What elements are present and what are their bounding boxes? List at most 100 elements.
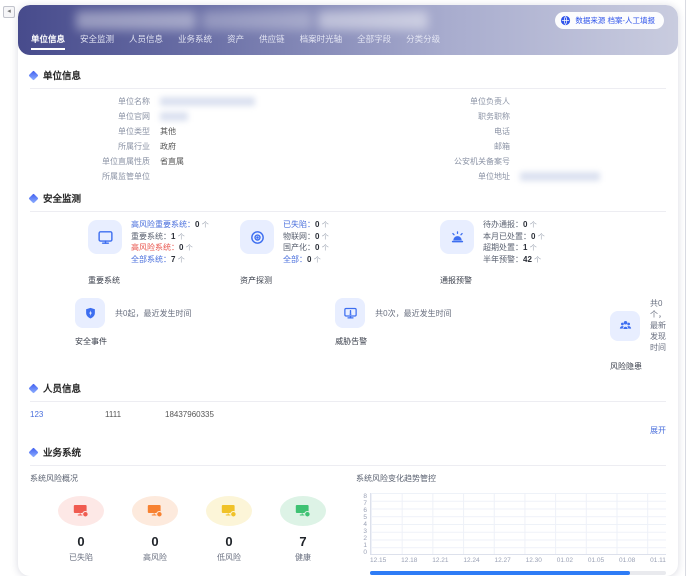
stat-value: 0 [44, 534, 118, 549]
field-value [520, 156, 666, 167]
card-important-systems[interactable]: 高风险重要系统0 个 重要系统1 个 高风险系统0 个 全部系统7 个 重要系统 [88, 220, 240, 286]
tab-supply-chain[interactable]: 供应链 [259, 33, 285, 50]
chart-x-axis: 12.15 12.18 12.21 12.24 12.27 12.30 01.0… [356, 557, 666, 564]
card-risk-hazards[interactable]: 共0个，最新发现时间 风险隐患 [610, 298, 666, 372]
tab-personnel[interactable]: 人员信息 [129, 33, 163, 50]
section-title-security: 安全监测 [43, 191, 81, 205]
shield-icon [75, 298, 105, 328]
stat-healthy: 7 健康 [266, 496, 340, 563]
unit-detail-panel: 数据来源 档案-人工填报 单位信息 安全监测 人员信息 业务系统 资产 供应链 … [18, 5, 678, 576]
stat-value: 0 [315, 243, 319, 252]
panel-header: 数据来源 档案-人工填报 单位信息 安全监测 人员信息 业务系统 资产 供应链 … [18, 5, 678, 55]
tab-all-fields[interactable]: 全部字段 [357, 33, 391, 50]
card-name: 风险隐患 [610, 361, 666, 372]
field-value [520, 141, 666, 152]
card-asset-detection[interactable]: 已失陷0 个 物联网0 个 国产化0 个 全部0 个 资产探测 [240, 220, 440, 286]
section-header-business: 业务系统 [30, 445, 666, 459]
stat-low-risk: 0 低风险 [192, 496, 266, 563]
security-event-cards: 共0起，最近发生时间 安全事件 共0次，最近发生时间 威胁告警 [30, 298, 666, 372]
monitor-risk-icon [132, 496, 178, 526]
y-tick: 4 [356, 521, 367, 528]
chart-y-axis: 8 7 6 5 4 3 2 1 0 [356, 493, 370, 555]
risk-trend-title: 系统风险变化趋势管控 [356, 473, 666, 484]
card-threat-alerts[interactable]: 共0次，最近发生时间 威胁告警 [335, 298, 610, 372]
field-label: 所属行业 [30, 141, 160, 152]
section-header-security: 安全监测 [30, 191, 666, 205]
event-summary: 共0个，最新发现时间 [650, 298, 666, 353]
stat-unit: 个 [322, 245, 329, 252]
data-source-icon [560, 15, 571, 26]
tab-classification[interactable]: 分类分级 [406, 33, 440, 50]
monitor-risk-icon [58, 496, 104, 526]
field-label: 单位名称 [30, 96, 160, 107]
tab-unit-info[interactable]: 单位信息 [31, 33, 65, 50]
section-divider [30, 401, 666, 402]
risk-overview-title: 系统风险概况 [30, 473, 350, 484]
y-tick: 0 [356, 549, 367, 556]
stat-label: 半年预警 [483, 255, 523, 264]
field-value [520, 126, 666, 137]
field-label: 公安机关备案号 [350, 156, 520, 167]
tab-business-systems[interactable]: 业务系统 [178, 33, 212, 50]
stat-unit: 个 [530, 245, 537, 252]
field-label: 单位负责人 [350, 96, 520, 107]
person-id: 1111 [105, 410, 165, 419]
collapse-arrow-icon: ◂ [7, 8, 11, 15]
stat-label: 高风险 [118, 552, 192, 563]
card-name: 通报预警 [440, 275, 666, 286]
stat-value: 0 [118, 534, 192, 549]
field-label: 邮箱 [350, 141, 520, 152]
monitor-risk-icon [280, 496, 326, 526]
chart-horizontal-scrollbar[interactable] [370, 571, 666, 575]
stat-label: 已失陷 [283, 220, 315, 229]
stat-label: 待办通报 [483, 220, 523, 229]
card-security-events[interactable]: 共0起，最近发生时间 安全事件 [75, 298, 335, 372]
stat-unit: 个 [530, 222, 537, 229]
collapse-panel-button[interactable]: ◂ [3, 6, 15, 18]
stat-unit: 个 [322, 222, 329, 229]
stat-label: 国产化 [283, 243, 315, 252]
tab-bar: 单位信息 安全监测 人员信息 业务系统 资产 供应链 档案时光轴 全部字段 分类… [31, 33, 440, 50]
stat-value: 0 [523, 220, 527, 229]
card-name: 重要系统 [88, 275, 240, 286]
panel-content: 单位信息 单位名称 单位负责人 单位官网 职务职称 单位类型其他 电话 所属行业… [18, 55, 678, 576]
section-title-unit-info: 单位信息 [43, 68, 81, 82]
stat-label: 重要系统 [131, 232, 171, 241]
person-name-link[interactable]: 123 [30, 410, 105, 419]
field-value [520, 111, 666, 122]
field-value [520, 96, 666, 107]
redacted-unit-title [76, 11, 451, 30]
security-stat-cards: 高风险重要系统0 个 重要系统1 个 高风险系统0 个 全部系统7 个 重要系统… [30, 220, 666, 286]
field-label: 所属监管单位 [30, 171, 160, 182]
stat-label: 高风险系统 [131, 243, 179, 252]
stat-unit: 个 [534, 257, 541, 264]
field-value: 省直属 [160, 156, 350, 167]
section-marker-icon [29, 70, 39, 80]
stat-label: 本月已处置 [483, 232, 531, 241]
y-tick: 7 [356, 500, 367, 507]
card-alerts[interactable]: 待办通报0 个 本月已处置0 个 超期处置1 个 半年预警42 个 通报预警 [440, 220, 666, 286]
tab-assets[interactable]: 资产 [227, 33, 244, 50]
risk-overview-panel: 系统风险概况 0 已失陷 0 高风险 0 低风险 [30, 473, 350, 575]
risk-stats: 0 已失陷 0 高风险 0 低风险 7 [30, 496, 350, 563]
event-summary: 共0次，最近发生时间 [375, 308, 451, 319]
tab-archive-timeline[interactable]: 档案时光轴 [300, 33, 343, 50]
field-label: 职务职称 [350, 111, 520, 122]
data-source-pill[interactable]: 数据来源 档案-人工填报 [555, 12, 664, 29]
stat-label: 物联网 [283, 232, 315, 241]
personnel-row: 123 1111 18437960335 [30, 410, 666, 419]
field-value [160, 171, 350, 182]
stat-value: 1 [171, 232, 175, 241]
tab-security-monitor[interactable]: 安全监测 [80, 33, 114, 50]
field-label: 单位地址 [350, 171, 520, 182]
y-tick: 1 [356, 542, 367, 549]
stat-label: 超期处置 [483, 243, 523, 252]
scrollbar-thumb[interactable] [370, 571, 630, 575]
card-name: 资产探测 [240, 275, 440, 286]
stat-unit: 个 [178, 234, 185, 241]
y-tick: 6 [356, 507, 367, 514]
section-marker-icon [29, 447, 39, 457]
stat-unit: 个 [322, 234, 329, 241]
alarm-icon [440, 220, 474, 254]
expand-link[interactable]: 展开 [30, 425, 666, 436]
